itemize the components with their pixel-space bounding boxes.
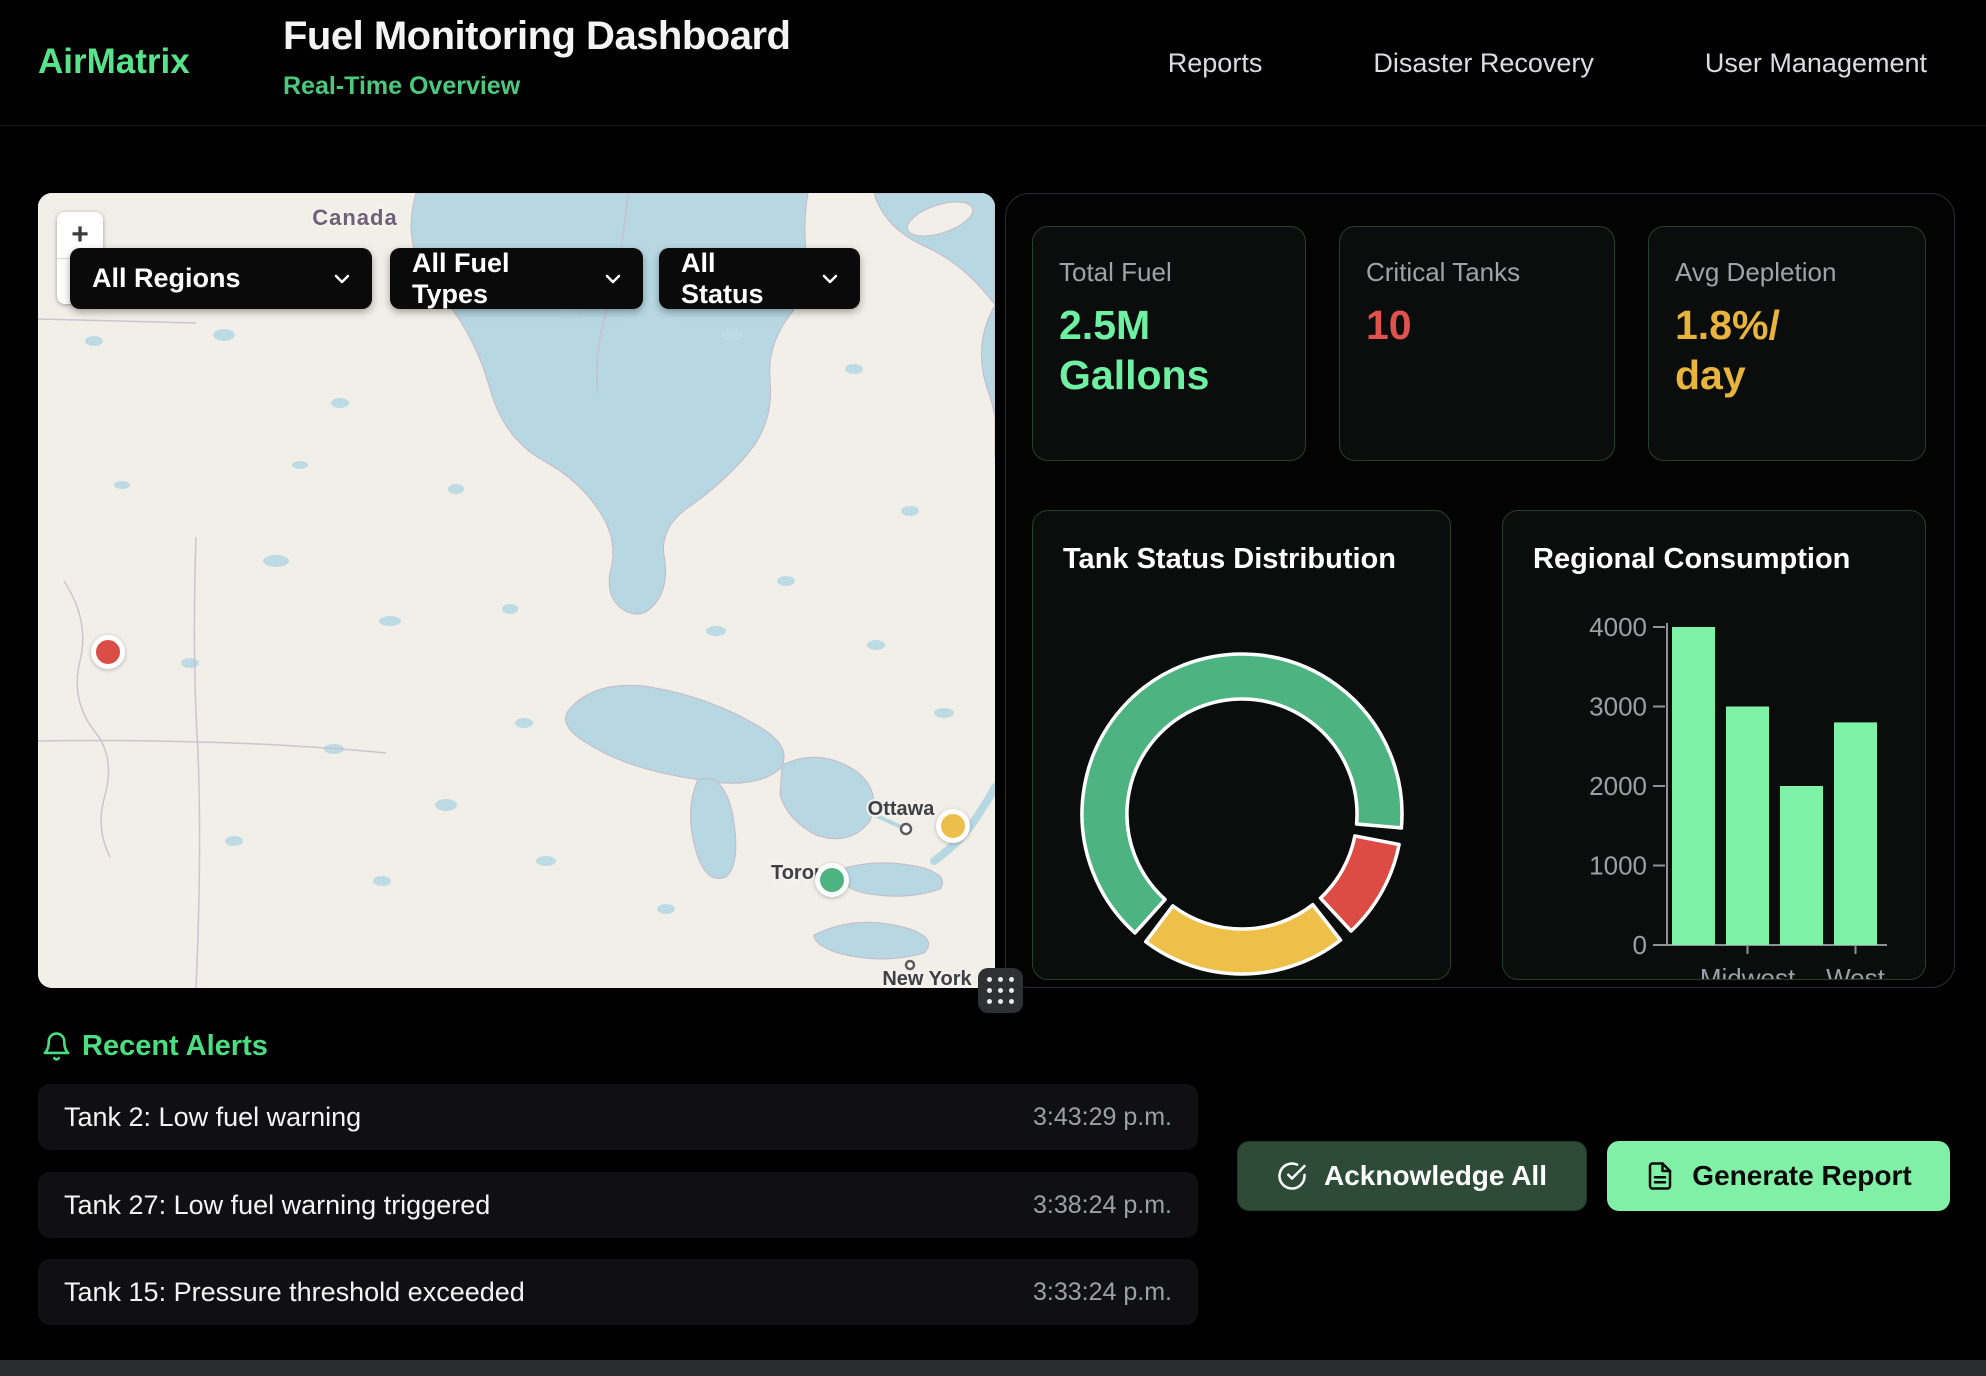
donut-segment-critical (1320, 836, 1399, 931)
acknowledge-all-label: Acknowledge All (1324, 1160, 1547, 1192)
y-tick-label: 3000 (1589, 692, 1647, 722)
stat-label: Critical Tanks (1366, 257, 1588, 288)
alert-list-item: Tank 27: Low fuel warning triggered 3:38… (38, 1172, 1198, 1238)
city-label-new-york: New York (882, 968, 972, 988)
chart-card-regional-consumption: Regional Consumption 01000200030004000Mi… (1502, 510, 1926, 980)
alert-list-item: Tank 15: Pressure threshold exceeded 3:3… (38, 1259, 1198, 1325)
header: AirMatrix Fuel Monitoring Dashboard Real… (0, 0, 1986, 126)
chevron-down-icon (601, 267, 625, 291)
stat-card-avg-depletion: Avg Depletion 1.8%/ day (1648, 226, 1926, 461)
status-filter-label: All Status (681, 248, 800, 310)
bar (1780, 786, 1823, 945)
nav-item-user-management[interactable]: User Management (1705, 48, 1927, 79)
bell-icon (41, 1031, 72, 1062)
alert-text: Tank 15: Pressure threshold exceeded (64, 1277, 525, 1308)
alert-timestamp: 3:38:24 p.m. (1033, 1191, 1172, 1220)
donut-chart (1033, 511, 1450, 979)
bar (1726, 707, 1769, 946)
alerts-heading: Recent Alerts (82, 1030, 268, 1063)
acknowledge-all-button[interactable]: Acknowledge All (1237, 1141, 1587, 1211)
x-tick-label: West (1826, 963, 1886, 979)
alert-timestamp: 3:43:29 p.m. (1033, 1103, 1172, 1132)
chart-card-tank-status: Tank Status Distribution (1032, 510, 1451, 980)
nav-item-reports[interactable]: Reports (1168, 48, 1263, 79)
file-text-icon (1645, 1161, 1675, 1191)
stat-label: Total Fuel (1059, 257, 1279, 288)
stat-value-avg-depletion: 1.8%/ day (1675, 300, 1899, 400)
country-label-canada: Canada (312, 205, 397, 230)
map-panel: Canada Ottawa Toronto New York + − All R… (38, 193, 995, 988)
map-marker-critical[interactable] (91, 635, 125, 669)
alert-list-item: Tank 2: Low fuel warning 3:43:29 p.m. (38, 1084, 1198, 1150)
main-nav: Reports Disaster Recovery User Managemen… (1168, 0, 1927, 126)
alert-text: Tank 2: Low fuel warning (64, 1102, 361, 1133)
city-dot-ottawa (901, 824, 911, 834)
stat-value-critical-tanks: 10 (1366, 300, 1588, 350)
city-dot-new-york (906, 961, 914, 969)
page-subtitle: Real-Time Overview (283, 72, 520, 101)
generate-report-button[interactable]: Generate Report (1607, 1141, 1950, 1211)
generate-report-label: Generate Report (1692, 1160, 1911, 1192)
y-tick-label: 1000 (1589, 851, 1647, 881)
fuel-type-filter-label: All Fuel Types (412, 248, 583, 310)
status-filter-dropdown[interactable]: All Status (659, 248, 860, 309)
stat-value-total-fuel: 2.5M Gallons (1059, 300, 1279, 400)
x-tick-label: Midwest (1700, 963, 1796, 979)
y-tick-label: 4000 (1589, 612, 1647, 642)
city-label-ottawa: Ottawa (868, 798, 936, 820)
donut-segment-warning (1146, 905, 1341, 974)
alert-text: Tank 27: Low fuel warning triggered (64, 1190, 490, 1221)
bar (1672, 627, 1715, 945)
map-canvas[interactable]: Canada Ottawa Toronto New York (38, 193, 995, 988)
page-title: Fuel Monitoring Dashboard (283, 14, 790, 59)
bottom-strip (0, 1360, 1986, 1376)
region-filter-dropdown[interactable]: All Regions (70, 248, 372, 309)
map-marker-normal[interactable] (815, 863, 849, 897)
metrics-panel: Total Fuel 2.5M Gallons Critical Tanks 1… (1005, 193, 1955, 988)
bar-chart: 0 1000 2000 3000 4000 Midwest West (1503, 511, 1925, 979)
check-circle-icon (1277, 1161, 1307, 1191)
region-filter-label: All Regions (92, 263, 241, 294)
bar (1834, 722, 1877, 945)
chevron-down-icon (818, 267, 842, 291)
fuel-type-filter-dropdown[interactable]: All Fuel Types (390, 248, 643, 309)
y-tick-label: 2000 (1589, 771, 1647, 801)
chevron-down-icon (330, 267, 354, 291)
drag-handle[interactable] (978, 968, 1023, 1013)
nav-item-disaster-recovery[interactable]: Disaster Recovery (1373, 48, 1594, 79)
stat-label: Avg Depletion (1675, 257, 1899, 288)
fuel-monitoring-dashboard: AirMatrix Fuel Monitoring Dashboard Real… (0, 0, 1986, 1376)
alert-timestamp: 3:33:24 p.m. (1033, 1278, 1172, 1307)
map-marker-warning[interactable] (936, 809, 970, 843)
brand-logo[interactable]: AirMatrix (38, 42, 190, 82)
y-tick-label: 0 (1633, 930, 1647, 960)
stat-card-total-fuel: Total Fuel 2.5M Gallons (1032, 226, 1306, 461)
stat-card-critical-tanks: Critical Tanks 10 (1339, 226, 1615, 461)
